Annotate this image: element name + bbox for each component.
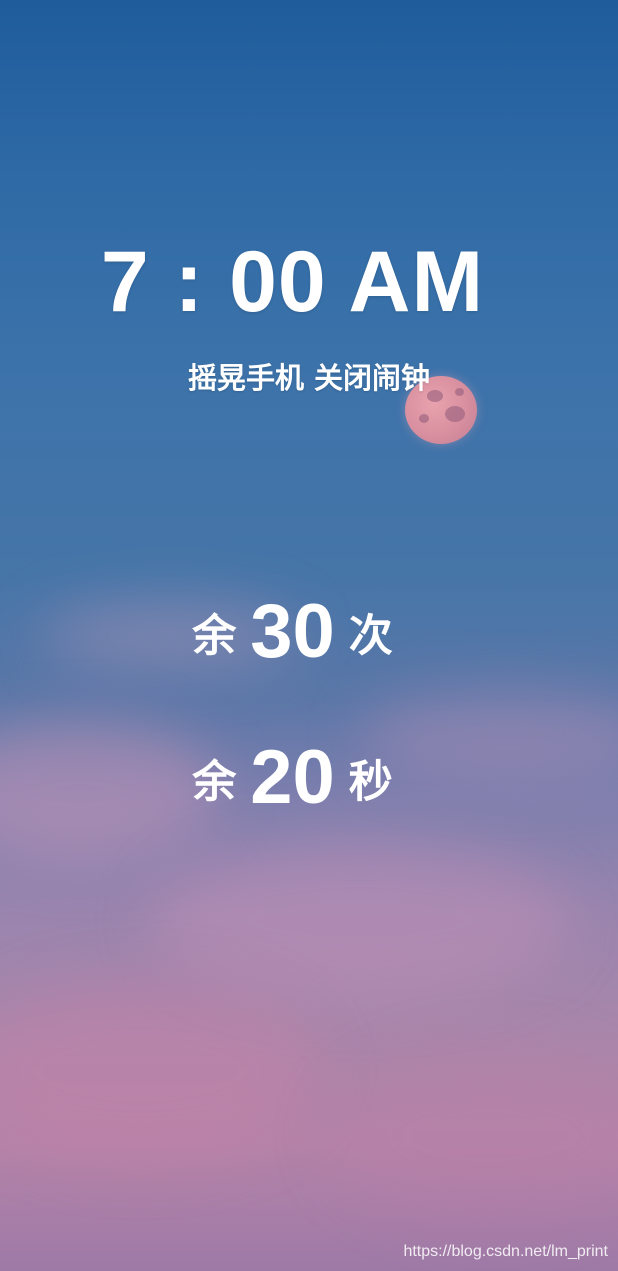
alarm-screen: 7 : 00 AM 摇晃手机 关闭闹钟 余 30 次 余 20 秒 https://bl… xyxy=(0,0,618,1271)
watermark-url: https://blog.csdn.net/lm_print xyxy=(403,1243,608,1260)
cloud-decoration xyxy=(0,980,320,1160)
remaining-seconds-count: 20 xyxy=(250,735,335,820)
remaining-shakes: 余 30 次 xyxy=(0,588,585,675)
remaining-shakes-count: 30 xyxy=(250,589,335,674)
cloud-decoration xyxy=(330,1050,618,1220)
cloud-decoration xyxy=(150,840,570,1000)
shake-to-dismiss-hint: 摇晃手机 关闭闹钟 xyxy=(187,361,431,395)
remaining-shakes-unit: 次 xyxy=(348,610,393,662)
remaining-seconds: 余 20 秒 xyxy=(0,734,585,821)
remaining-seconds-prefix: 余 xyxy=(192,756,237,808)
remaining-shakes-prefix: 余 xyxy=(192,610,237,662)
remaining-seconds-unit: 秒 xyxy=(348,756,393,808)
alarm-time: 7 : 00 AM xyxy=(100,234,485,330)
